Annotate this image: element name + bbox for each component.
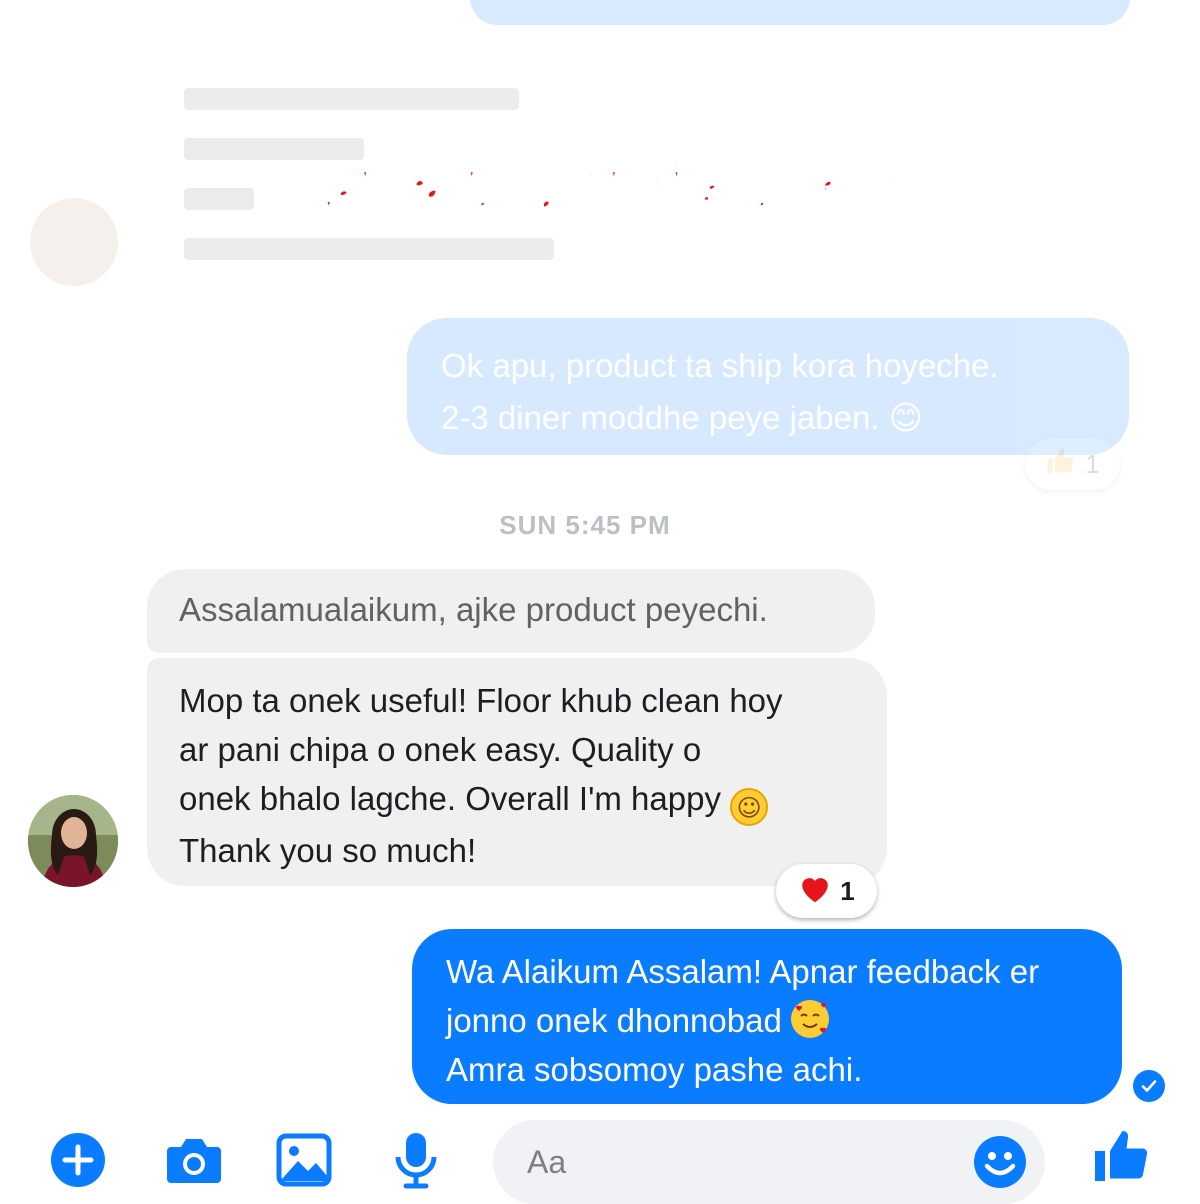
- thumbs-up-icon[interactable]: [1090, 1126, 1150, 1186]
- faded-outgoing-bubble: Ok apu, product ta ship kora hoyeche. 2-…: [407, 318, 1129, 455]
- emoji-icon[interactable]: [970, 1132, 1030, 1192]
- message-line: Thank you so much!: [179, 832, 477, 869]
- outgoing-message[interactable]: Wa Alaikum Assalam! Apnar feedback er jo…: [412, 929, 1122, 1104]
- incoming-message-2[interactable]: Mop ta onek useful! Floor khub clean hoy…: [147, 658, 887, 886]
- heart-reaction[interactable]: 1: [776, 864, 877, 918]
- faded-thumbs-icon: [1045, 446, 1075, 483]
- image-icon[interactable]: [274, 1130, 334, 1190]
- smiling-face-with-hearts-emoji-icon: [791, 1000, 829, 1038]
- message-timestamp: SUN 5:45 PM: [499, 510, 671, 540]
- plus-icon[interactable]: [48, 1130, 108, 1190]
- faded-line-1: Ok apu, product ta ship kora hoyeche.: [441, 347, 999, 384]
- message-line: Wa Alaikum Assalam! Apnar feedback er: [446, 953, 1040, 990]
- promo-headline: কাস্টমার প্রোডাক্ট রিভিউ: [304, 149, 897, 224]
- message-line-with-emoji: jonno onek dhonnobad: [446, 996, 1088, 1045]
- reaction-count: 1: [840, 875, 855, 906]
- message-line: jonno onek dhonnobad: [446, 1002, 782, 1039]
- faded-line-2: 2-3 diner moddhe peye jaben. 😊: [441, 392, 1095, 444]
- message-line: onek bhalo lagche. Overall I'm happy: [179, 780, 721, 817]
- faded-emoji: 😊: [888, 398, 924, 437]
- sender-avatar[interactable]: [28, 795, 118, 887]
- seen-check-icon: [1133, 1070, 1165, 1102]
- faded-reaction-count: 1: [1085, 448, 1100, 479]
- faded-line-2-text: 2-3 diner moddhe peye jaben.: [441, 399, 880, 436]
- message-input[interactable]: Aa: [493, 1120, 1045, 1204]
- camera-icon[interactable]: [164, 1130, 224, 1190]
- microphone-icon[interactable]: [386, 1130, 446, 1190]
- message-line: Mop ta onek useful! Floor khub clean hoy: [179, 682, 783, 719]
- previous-outgoing-bubble: [470, 0, 1130, 25]
- message-input-placeholder: Aa: [527, 1143, 567, 1180]
- message-line: ar pani chipa o onek easy. Quality o: [179, 731, 702, 768]
- heart-icon: [798, 872, 832, 911]
- faded-reaction: 1: [1025, 438, 1120, 490]
- smiling-face-emoji-icon: ☺: [730, 788, 769, 826]
- message-line-with-emoji: onek bhalo lagche. Overall I'm happy ☺: [179, 774, 855, 826]
- incoming-message-1[interactable]: Assalamualaikum, ajke product peyechi.: [147, 569, 875, 653]
- message-line: Amra sobsomoy pashe achi.: [446, 1051, 863, 1088]
